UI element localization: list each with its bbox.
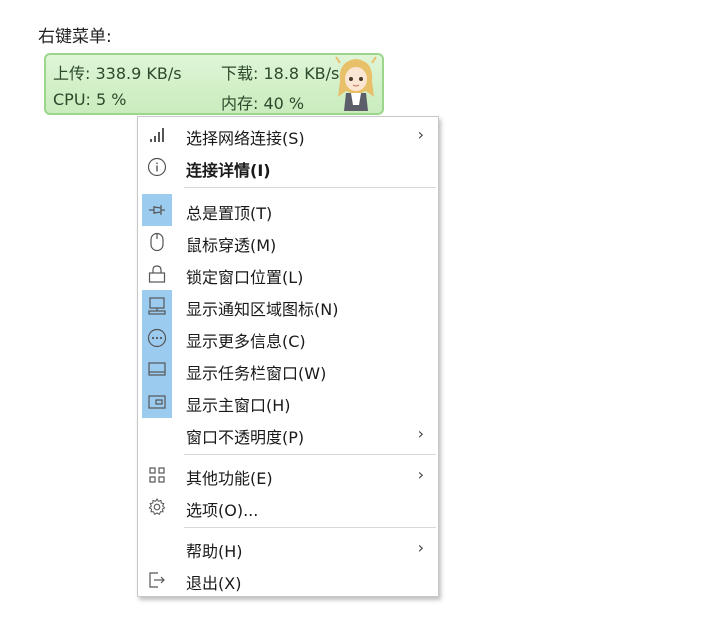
menu-item-help[interactable]: 帮助(H) › [138, 532, 438, 564]
menu-item-label: 选择网络连接(S) [186, 129, 305, 148]
grid-icon [142, 459, 172, 491]
memory-usage: 内存: 40 % [221, 94, 305, 113]
tray-icon [142, 290, 172, 322]
menu-item-label: 显示通知区域图标(N) [186, 300, 339, 319]
more-icon [142, 322, 172, 354]
exit-icon [142, 564, 172, 596]
context-menu: 选择网络连接(S) › 连接详情(I) 总是置顶(T) 鼠标穿透(M) 锁定窗口… [137, 116, 439, 597]
info-icon [142, 151, 172, 183]
menu-item-label: 锁定窗口位置(L) [186, 268, 304, 287]
menu-item-select-network[interactable]: 选择网络连接(S) › [138, 119, 438, 151]
menu-item-show-more-info[interactable]: 显示更多信息(C) [138, 322, 438, 354]
menu-item-label: 退出(X) [186, 574, 242, 593]
signal-bars-icon [142, 119, 172, 151]
taskbar-icon [142, 354, 172, 386]
menu-item-label: 窗口不透明度(P) [186, 428, 305, 447]
mascot-icon [334, 55, 378, 113]
submenu-arrow-icon: › [417, 125, 424, 144]
mouse-icon [142, 226, 172, 258]
menu-item-label: 鼠标穿透(M) [186, 236, 277, 255]
menu-item-label: 帮助(H) [186, 542, 243, 561]
menu-item-label: 显示主窗口(H) [186, 396, 291, 415]
page-heading: 右键菜单: [38, 27, 112, 47]
window-icon [142, 386, 172, 418]
menu-item-show-main-window[interactable]: 显示主窗口(H) [138, 386, 438, 418]
menu-item-label: 选项(O)... [186, 501, 259, 520]
download-speed: 下载: 18.8 KB/s [221, 64, 340, 83]
menu-item-always-on-top[interactable]: 总是置顶(T) [138, 194, 438, 226]
gear-icon [142, 491, 172, 523]
menu-item-show-taskbar-window[interactable]: 显示任务栏窗口(W) [138, 354, 438, 386]
upload-speed: 上传: 338.9 KB/s [53, 64, 182, 83]
menu-item-exit[interactable]: 退出(X) [138, 564, 438, 596]
submenu-arrow-icon: › [417, 465, 424, 484]
menu-item-connection-details[interactable]: 连接详情(I) [138, 151, 438, 183]
menu-item-label: 显示更多信息(C) [186, 332, 306, 351]
traffic-monitor-window[interactable]: 上传: 338.9 KB/s 下载: 18.8 KB/s CPU: 5 % 内存… [44, 53, 384, 115]
menu-separator [184, 527, 436, 528]
menu-item-show-tray-icon[interactable]: 显示通知区域图标(N) [138, 290, 438, 322]
menu-item-label: 其他功能(E) [186, 469, 273, 488]
lock-icon [142, 258, 172, 290]
pin-icon [142, 194, 172, 226]
menu-separator [184, 187, 436, 188]
menu-item-label: 连接详情(I) [186, 161, 271, 180]
menu-item-other-functions[interactable]: 其他功能(E) › [138, 459, 438, 491]
menu-item-label: 显示任务栏窗口(W) [186, 364, 327, 383]
submenu-arrow-icon: › [417, 538, 424, 557]
submenu-arrow-icon: › [417, 424, 424, 443]
menu-item-label: 总是置顶(T) [186, 204, 273, 223]
menu-item-lock-position[interactable]: 锁定窗口位置(L) [138, 258, 438, 290]
menu-item-options[interactable]: 选项(O)... [138, 491, 438, 523]
menu-item-window-opacity[interactable]: 窗口不透明度(P) › [138, 418, 438, 450]
menu-item-mouse-through[interactable]: 鼠标穿透(M) [138, 226, 438, 258]
menu-separator [184, 454, 436, 455]
cpu-usage: CPU: 5 % [53, 90, 127, 109]
